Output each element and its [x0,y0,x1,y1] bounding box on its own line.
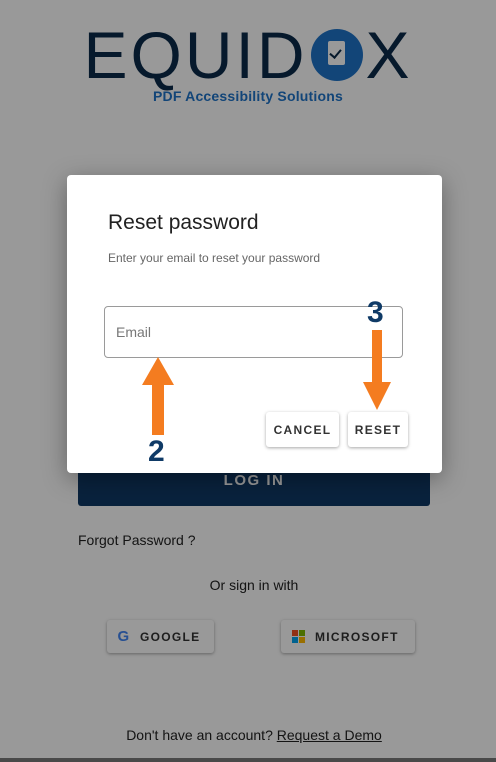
email-field[interactable] [104,306,403,358]
cancel-button[interactable]: CANCEL [266,412,339,447]
step-3-label: 3 [367,296,384,329]
arrow-down-icon [363,330,391,410]
reset-password-dialog: Reset password Enter your email to reset… [67,175,442,473]
step-2-label: 2 [148,435,165,468]
reset-button[interactable]: RESET [348,412,408,447]
dialog-subtitle: Enter your email to reset your password [108,251,321,265]
dialog-title: Reset password [108,211,259,234]
arrow-up-icon [142,357,174,435]
